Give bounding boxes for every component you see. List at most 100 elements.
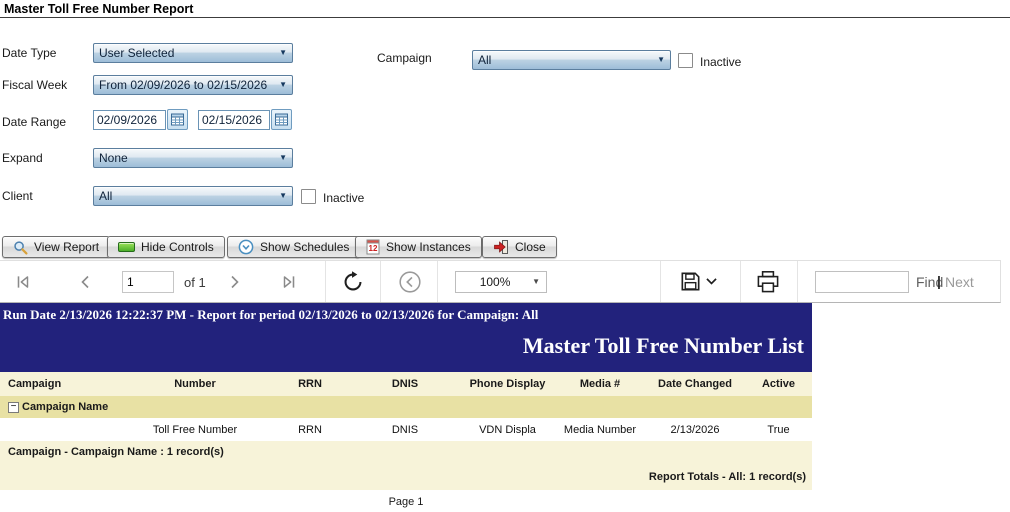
column-header: Media # — [579, 378, 621, 390]
chevron-down-icon — [706, 278, 717, 285]
report-run-line: Run Date 2/13/2026 12:22:37 PM - Report … — [3, 307, 539, 322]
group-record-count: Campaign - Campaign Name : 1 record(s) — [8, 446, 224, 458]
report-totals: Report Totals - All: 1 record(s) — [648, 471, 806, 483]
campaign-group-label: Campaign Name — [22, 401, 109, 413]
last-page-button[interactable] — [280, 261, 298, 302]
table-row: Toll Free Number RRN DNIS VDN Displa Med… — [0, 418, 812, 441]
calendar-icon — [171, 113, 184, 126]
date-type-label: Date Type — [2, 46, 57, 60]
toolbar-separator — [740, 261, 741, 302]
date-start-input[interactable] — [93, 110, 166, 130]
campaign-group-row: − Campaign Name — [0, 396, 812, 418]
next-page-button[interactable] — [226, 261, 242, 302]
close-button[interactable]: Close — [482, 236, 557, 258]
column-header: Active — [761, 378, 796, 390]
exit-door-icon — [493, 239, 509, 255]
campaign-inactive-label: Inactive — [700, 55, 742, 69]
calendar-page-icon: 12 — [366, 239, 380, 255]
find-next-button[interactable]: Next — [945, 274, 974, 290]
campaign-dropdown[interactable]: All ▼ — [472, 50, 671, 70]
page-number-input[interactable] — [122, 271, 174, 293]
report-body: Run Date 2/13/2026 12:22:37 PM - Report … — [0, 303, 812, 510]
previous-page-button[interactable] — [78, 261, 94, 302]
zoom-value: 100% — [479, 275, 511, 289]
hide-controls-button[interactable]: Hide Controls — [107, 236, 225, 258]
column-header: Phone Display — [469, 378, 546, 390]
chevron-down-icon: ▼ — [532, 277, 540, 286]
date-range-label: Date Range — [2, 115, 67, 129]
fiscal-week-value: From 02/09/2026 to 02/15/2026 — [99, 78, 268, 92]
report-column-headers: Campaign Number RRN DNIS Phone Display M… — [0, 372, 812, 396]
date-end-input[interactable] — [198, 110, 270, 130]
show-schedules-button[interactable]: Show Schedules — [227, 236, 361, 258]
toolbar-separator — [380, 261, 381, 302]
close-label: Close — [515, 240, 546, 254]
expand-label: Expand — [2, 151, 43, 165]
column-header: Number — [174, 378, 216, 390]
fiscal-week-dropdown[interactable]: From 02/09/2026 to 02/15/2026 ▼ — [93, 75, 293, 95]
client-inactive-label: Inactive — [323, 191, 365, 205]
campaign-inactive-checkbox[interactable] — [678, 53, 693, 68]
client-label: Client — [2, 189, 33, 203]
first-page-button[interactable] — [14, 261, 32, 302]
report-viewer-toolbar: of 1 100% — [0, 260, 1001, 303]
column-header: RRN — [298, 378, 322, 390]
column-header: Campaign — [8, 378, 62, 390]
column-header: DNIS — [391, 378, 419, 390]
expand-value: None — [99, 151, 128, 165]
page-number-footer: Page 1 — [0, 490, 812, 510]
printer-icon — [757, 270, 779, 292]
toolbar-separator — [325, 261, 326, 302]
show-instances-button[interactable]: 12 Show Instances — [355, 236, 482, 258]
print-button[interactable] — [756, 261, 780, 302]
show-schedules-label: Show Schedules — [260, 240, 350, 254]
date-start-calendar-button[interactable] — [167, 109, 188, 130]
toolbar-separator — [797, 261, 798, 302]
page-title: Master Toll Free Number Report — [4, 2, 194, 16]
hide-controls-label: Hide Controls — [141, 240, 214, 254]
find-next-separator: | — [937, 273, 941, 289]
svg-text:12: 12 — [369, 244, 378, 253]
date-end-calendar-button[interactable] — [271, 109, 292, 130]
date-type-dropdown[interactable]: User Selected ▼ — [93, 43, 293, 63]
date-type-value: User Selected — [99, 46, 175, 60]
client-value: All — [99, 189, 113, 203]
zoom-dropdown[interactable]: 100% ▼ — [455, 271, 547, 293]
cell-number: Toll Free Number — [152, 423, 238, 436]
export-save-button[interactable] — [680, 261, 718, 302]
expand-dropdown[interactable]: None ▼ — [93, 148, 293, 168]
fiscal-week-label: Fiscal Week — [2, 78, 68, 92]
campaign-value: All — [478, 53, 492, 67]
cell-media: Media Number — [563, 423, 637, 436]
back-button[interactable] — [398, 261, 422, 302]
save-icon — [681, 272, 700, 291]
panel-icon — [118, 242, 135, 252]
report-footer-block: Campaign - Campaign Name : 1 record(s) R… — [0, 441, 812, 490]
cell-date-changed: 2/13/2026 — [670, 423, 720, 436]
cell-active: True — [767, 423, 790, 436]
report-header-band: Run Date 2/13/2026 12:22:37 PM - Report … — [0, 303, 812, 372]
column-header: Date Changed — [658, 378, 732, 390]
title-divider — [0, 17, 1010, 18]
cell-rrn: RRN — [298, 423, 322, 436]
chevron-down-icon: ▼ — [279, 48, 287, 57]
find-input[interactable] — [815, 271, 909, 293]
toolbar-separator — [437, 261, 438, 302]
chevron-down-icon: ▼ — [279, 191, 287, 200]
page-count-label: of 1 — [184, 275, 206, 290]
client-inactive-checkbox[interactable] — [301, 189, 316, 204]
chevron-down-icon: ▼ — [279, 80, 287, 89]
refresh-button[interactable] — [341, 261, 365, 302]
calendar-icon — [275, 113, 288, 126]
toolbar-separator — [660, 261, 661, 302]
view-report-button[interactable]: View Report — [2, 236, 111, 258]
client-dropdown[interactable]: All ▼ — [93, 186, 293, 206]
chevron-down-icon: ▼ — [657, 55, 665, 64]
report-title: Master Toll Free Number List — [522, 333, 804, 358]
cell-phone-display: VDN Displa — [479, 423, 536, 436]
collapse-toggle-icon[interactable]: − — [8, 401, 19, 413]
schedule-clock-icon — [238, 239, 254, 255]
chevron-down-icon: ▼ — [279, 153, 287, 162]
search-icon — [13, 240, 28, 255]
show-instances-label: Show Instances — [386, 240, 471, 254]
